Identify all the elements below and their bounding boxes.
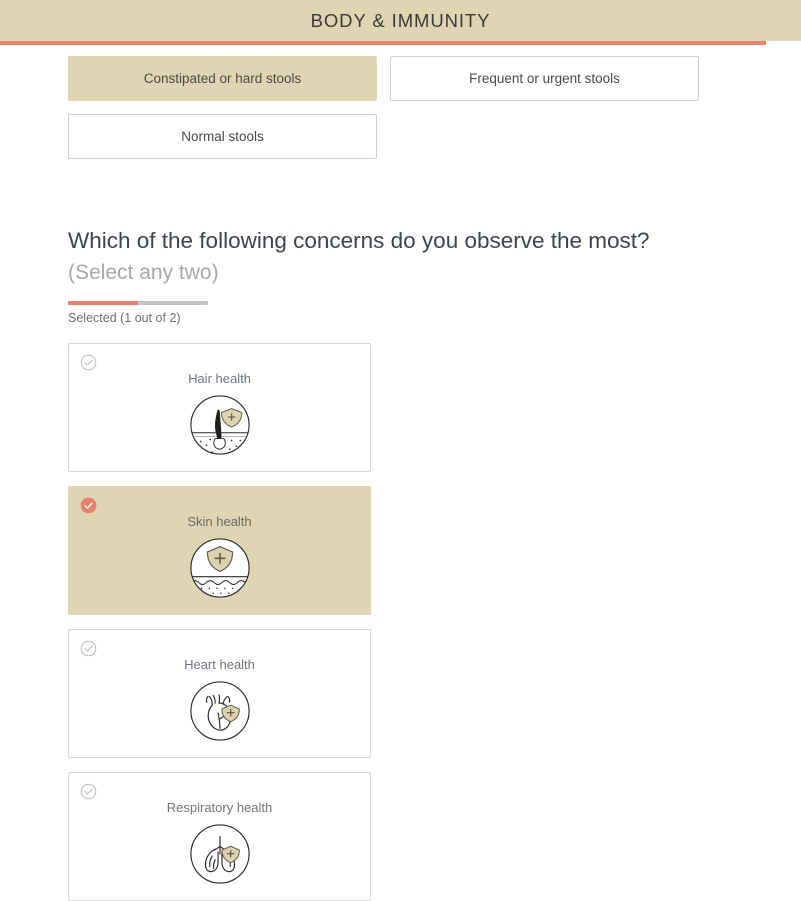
quiz-progress-track	[0, 41, 801, 45]
question-text: Which of the following concerns do you o…	[68, 228, 650, 253]
concern-card-hair-health[interactable]: Hair health	[68, 343, 371, 472]
option-label: Frequent or urgent stools	[469, 71, 620, 86]
question-heading: Which of the following concerns do you o…	[68, 225, 708, 288]
lungs-icon	[189, 823, 251, 885]
hair-follicle-icon	[189, 394, 251, 456]
stool-option-constipated[interactable]: Constipated or hard stools	[68, 56, 377, 101]
concern-card-respiratory-health[interactable]: Respiratory health	[68, 772, 371, 901]
concern-card-heart-health[interactable]: Heart health	[68, 629, 371, 758]
card-label: Respiratory health	[166, 800, 273, 815]
concern-question-block: Which of the following concerns do you o…	[68, 225, 708, 325]
heart-icon	[189, 680, 251, 742]
card-label: Hair health	[188, 371, 251, 386]
skin-layers-icon	[189, 537, 251, 599]
quiz-progress-fill	[0, 41, 766, 45]
card-label: Heart health	[184, 657, 255, 672]
stool-option-frequent[interactable]: Frequent or urgent stools	[390, 56, 699, 101]
page-content: Constipated or hard stools Frequent or u…	[0, 56, 801, 901]
selection-count-label: Selected (1 out of 2)	[68, 311, 181, 325]
app-header: BODY & IMMUNITY	[0, 0, 801, 41]
concern-cards-grid: Hair health Skin health Heart health Res…	[68, 343, 688, 901]
selection-progress-fill	[68, 301, 138, 305]
page-title: BODY & IMMUNITY	[310, 9, 491, 31]
selection-progress-track	[68, 301, 208, 305]
question-hint: (Select any two)	[68, 261, 219, 284]
circle-check-outline-icon	[80, 640, 97, 657]
stool-option-normal[interactable]: Normal stools	[68, 114, 377, 159]
card-label: Skin health	[187, 514, 252, 529]
concern-card-skin-health[interactable]: Skin health	[68, 486, 371, 615]
option-label: Constipated or hard stools	[143, 71, 302, 86]
circle-check-filled-icon	[80, 497, 97, 514]
circle-check-outline-icon	[80, 783, 97, 800]
stool-options-group: Constipated or hard stools Frequent or u…	[68, 56, 716, 159]
circle-check-outline-icon	[80, 354, 97, 371]
option-label: Normal stools	[181, 129, 264, 144]
